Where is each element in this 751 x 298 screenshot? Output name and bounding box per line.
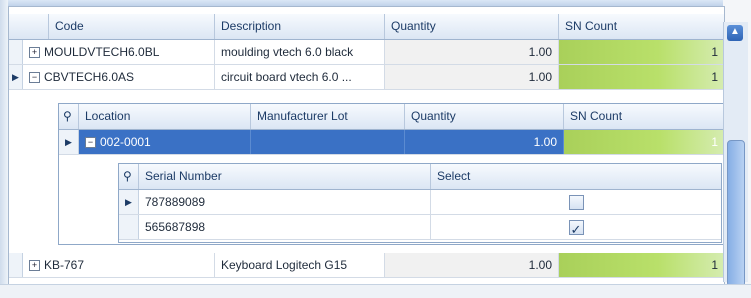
table-row[interactable]: + MOULDVTECH6.0BL moulding vtech 6.0 blac…: [9, 40, 724, 65]
main-grid-header: Code Description Quantity SN Count: [9, 14, 724, 40]
select-checkbox[interactable]: [568, 195, 584, 211]
serial-row[interactable]: 565687898: [119, 215, 721, 240]
row-quantity: 1.00: [385, 65, 559, 89]
location-quantity: 1.00: [405, 130, 564, 154]
serial-number: 565687898: [139, 215, 431, 239]
header-spacer: [9, 14, 49, 39]
expand-icon[interactable]: +: [29, 47, 40, 59]
select-checkbox-checked[interactable]: [568, 218, 584, 239]
bottom-bar: [0, 284, 751, 298]
row-indicator-icon: ▶: [119, 190, 139, 214]
location-row[interactable]: ▶ −002-0001 1.00 1: [59, 130, 724, 155]
header-quantity[interactable]: Quantity: [405, 104, 564, 129]
row-description: circuit board vtech 6.0 ...: [215, 65, 385, 89]
row-sn-count: 1: [559, 253, 724, 277]
header-serial-number[interactable]: Serial Number: [139, 164, 431, 189]
collapse-icon[interactable]: −: [29, 72, 40, 84]
table-row[interactable]: ▶ − CBVTECH6.0AS circuit board vtech 6.0 …: [9, 65, 724, 90]
row-quantity: 1.00: [385, 40, 559, 64]
table-row[interactable]: + KB-767 Keyboard Logitech G15 1.00 1: [9, 253, 724, 278]
row-description: moulding vtech 6.0 black: [215, 40, 385, 64]
row-quantity: 1.00: [385, 253, 559, 277]
row-indicator-icon: ▶: [59, 130, 79, 154]
header-sn-count[interactable]: SN Count: [559, 14, 724, 39]
row-sn-count: 1: [559, 65, 724, 89]
left-edge: [0, 0, 8, 297]
chevron-up-icon[interactable]: ▲: [727, 25, 743, 41]
row-code: MOULDVTECH6.0BL: [44, 45, 160, 59]
row-code: CBVTECH6.0AS: [44, 70, 135, 84]
serial-grid: ⚲ Serial Number Select ▶ 787889089 56568…: [118, 163, 722, 243]
header-quantity[interactable]: Quantity: [385, 14, 559, 39]
row-sn-count: 1: [559, 40, 724, 64]
serial-row[interactable]: ▶ 787889089: [119, 190, 721, 215]
header-code[interactable]: Code: [49, 14, 215, 39]
manufacturer-lot-value: [251, 130, 405, 154]
location-grid-header: ⚲ Location Manufacturer Lot Quantity SN …: [59, 104, 724, 130]
header-description[interactable]: Description: [215, 14, 385, 39]
search-icon[interactable]: ⚲: [59, 104, 79, 129]
row-indicator: [9, 40, 23, 64]
serial-number: 787889089: [139, 190, 431, 214]
location-value: 002-0001: [100, 135, 151, 149]
row-description: Keyboard Logitech G15: [215, 253, 385, 277]
row-indicator-icon: ▶: [9, 65, 23, 89]
header-location[interactable]: Location: [79, 104, 251, 129]
location-sn-count: 1: [564, 130, 724, 154]
header-manufacturer-lot[interactable]: Manufacturer Lot: [251, 104, 405, 129]
collapse-icon[interactable]: −: [85, 137, 96, 149]
header-select[interactable]: Select: [431, 164, 721, 189]
row-code: KB-767: [44, 258, 85, 272]
expand-icon[interactable]: +: [29, 260, 40, 272]
row-indicator: [9, 253, 23, 277]
serial-grid-header: ⚲ Serial Number Select: [119, 164, 721, 190]
vertical-scrollbar[interactable]: ▲: [723, 22, 748, 287]
scrollbar-thumb[interactable]: [727, 140, 745, 287]
search-icon[interactable]: ⚲: [119, 164, 139, 189]
row-indicator: [119, 215, 139, 239]
header-sn-count[interactable]: SN Count: [564, 104, 724, 129]
